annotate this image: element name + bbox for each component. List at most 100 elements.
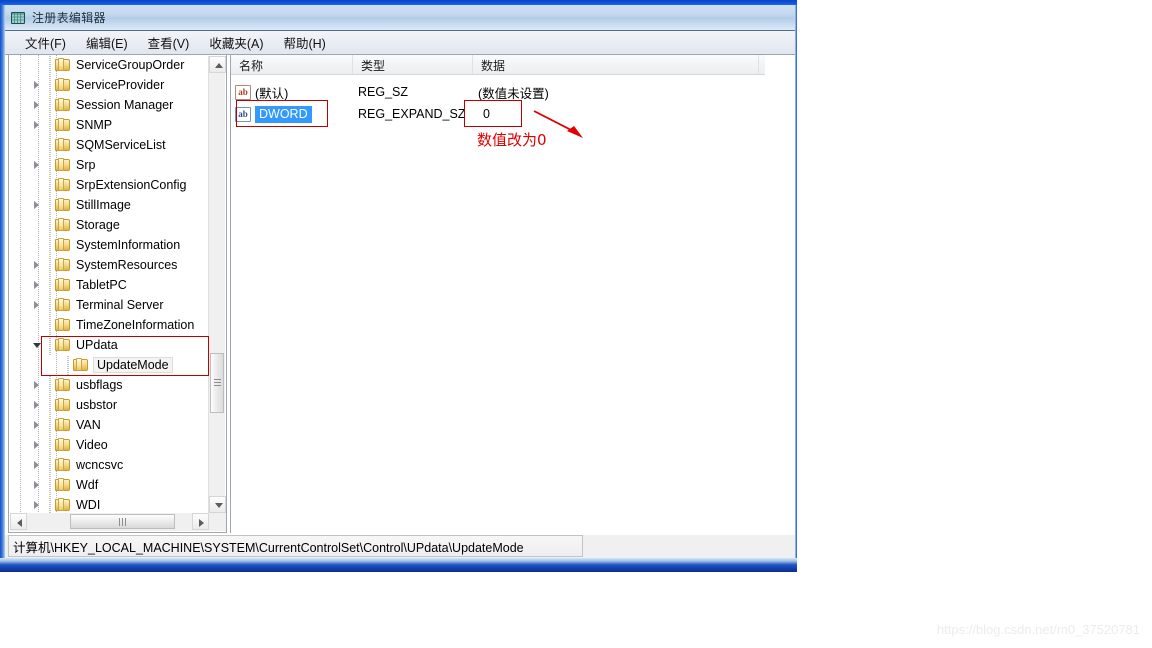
expand-arrow-right-icon[interactable] (31, 395, 45, 415)
tree-connector-icon (45, 135, 55, 155)
tree-no-twisty (31, 135, 45, 155)
expand-arrow-right-icon[interactable] (31, 415, 45, 435)
tree-item-van[interactable]: VAN (9, 415, 209, 435)
tree-item-systemresources[interactable]: SystemResources (9, 255, 209, 275)
tree-item-label: SrpExtensionConfig (76, 178, 187, 192)
tree-item-storage[interactable]: Storage (9, 215, 209, 235)
menu-file[interactable]: 文件(F) (15, 31, 76, 55)
tree-horizontal-scrollbar[interactable] (10, 513, 226, 531)
tree-item-usbflags[interactable]: usbflags (9, 375, 209, 395)
tree-connector-icon (63, 355, 73, 375)
column-header-name-label: 名称 (239, 59, 264, 73)
expand-arrow-right-icon[interactable] (31, 155, 45, 175)
folder-icon (55, 78, 71, 92)
column-header-data-label: 数据 (481, 59, 506, 73)
expand-arrow-right-icon[interactable] (31, 475, 45, 495)
tree-item-serviceprovider[interactable]: ServiceProvider (9, 75, 209, 95)
tree-no-twisty (31, 55, 45, 75)
tree-item-wdi[interactable]: WDI (9, 495, 209, 513)
values-column-header: 名称 类型 数据 (231, 55, 765, 75)
tree-item-session-manager[interactable]: Session Manager (9, 95, 209, 115)
expand-arrow-right-icon[interactable] (31, 495, 45, 513)
window-frame-bottom (0, 558, 797, 572)
tree-item-sqmservicelist[interactable]: SQMServiceList (9, 135, 209, 155)
folder-icon (55, 218, 71, 232)
tree-connector-icon (45, 255, 55, 275)
tree-vscroll-thumb[interactable] (210, 353, 224, 413)
folder-icon (55, 98, 71, 112)
tree-connector-icon (45, 435, 55, 455)
tree-viewport: ServiceGroupOrder ServiceProvider Session … (9, 55, 209, 513)
tree-item-snmp[interactable]: SNMP (9, 115, 209, 135)
expand-arrow-right-icon[interactable] (31, 115, 45, 135)
tree-item-terminal-server[interactable]: Terminal Server (9, 295, 209, 315)
expand-arrow-right-icon[interactable] (31, 195, 45, 215)
tree-item-wdf[interactable]: Wdf (9, 475, 209, 495)
tree-item-systeminformation[interactable]: SystemInformation (9, 235, 209, 255)
value-data-cell: 0 (483, 107, 490, 121)
registry-values-pane[interactable]: 名称 类型 数据 (默认) REG_SZ (数值未设 (230, 55, 795, 533)
tree-item-label: Terminal Server (76, 298, 164, 312)
scroll-left-arrow-icon[interactable] (10, 513, 27, 530)
tree-item-servicegrouporder[interactable]: ServiceGroupOrder (9, 55, 209, 75)
tree-connector-icon (45, 295, 55, 315)
value-type-cell: REG_EXPAND_SZ (358, 107, 466, 121)
value-name-cell: (默认) (231, 83, 353, 102)
scroll-up-arrow-icon[interactable] (209, 56, 226, 73)
tree-item-wcncsvc[interactable]: wcncsvc (9, 455, 209, 475)
expand-arrow-right-icon[interactable] (31, 295, 45, 315)
expand-arrow-right-icon[interactable] (31, 375, 45, 395)
expand-arrow-down-icon[interactable] (31, 335, 45, 355)
folder-icon (55, 318, 71, 332)
column-header-name: 名称 (231, 55, 353, 74)
folder-icon (55, 458, 71, 472)
tree-item-timezoneinformation[interactable]: TimeZoneInformation (9, 315, 209, 335)
tree-item-label: ServiceGroupOrder (76, 58, 185, 72)
menu-bar: 文件(F) 编辑(E) 查看(V) 收藏夹(A) 帮助(H) (5, 31, 795, 55)
table-row[interactable]: (默认) REG_SZ (数值未设置) (231, 81, 765, 103)
tree-connector-icon (45, 455, 55, 475)
tree-no-twisty (31, 235, 45, 255)
expand-arrow-right-icon[interactable] (31, 435, 45, 455)
tree-item-label: SystemResources (76, 258, 178, 272)
expand-arrow-right-icon[interactable] (31, 275, 45, 295)
expand-arrow-right-icon[interactable] (31, 95, 45, 115)
string-value-icon (235, 84, 251, 100)
tree-connector-icon (45, 375, 55, 395)
tree-item-updata[interactable]: UPdata (9, 335, 209, 355)
status-bar: 计算机\HKEY_LOCAL_MACHINE\SYSTEM\CurrentCon… (8, 535, 583, 557)
title-bar[interactable]: 注册表编辑器 (5, 5, 795, 31)
tree-item-stillimage[interactable]: StillImage (9, 195, 209, 215)
expand-arrow-right-icon[interactable] (31, 75, 45, 95)
menu-edit[interactable]: 编辑(E) (76, 31, 138, 55)
tree-connector-icon (45, 235, 55, 255)
folder-icon (55, 158, 71, 172)
expand-arrow-right-icon[interactable] (31, 255, 45, 275)
tree-item-usbstor[interactable]: usbstor (9, 395, 209, 415)
folder-icon (55, 178, 71, 192)
tree-hscroll-thumb[interactable] (70, 514, 175, 529)
expand-arrow-right-icon[interactable] (31, 455, 45, 475)
scroll-down-arrow-icon[interactable] (209, 496, 226, 513)
folder-icon (55, 478, 71, 492)
tree-item-label: ServiceProvider (76, 78, 165, 92)
menu-favorites[interactable]: 收藏夹(A) (199, 31, 273, 55)
status-bar-path: 计算机\HKEY_LOCAL_MACHINE\SYSTEM\CurrentCon… (13, 540, 524, 555)
menu-view[interactable]: 查看(V) (138, 31, 200, 55)
menu-help[interactable]: 帮助(H) (273, 31, 335, 55)
scrollbar-grip-icon (214, 379, 221, 386)
table-row[interactable]: DWORD REG_EXPAND_SZ 0 (231, 103, 765, 125)
scroll-right-arrow-icon[interactable] (192, 513, 209, 530)
column-header-type-label: 类型 (361, 59, 386, 73)
value-name-cell: DWORD (231, 105, 353, 123)
tree-item-srpextensionconfig[interactable]: SrpExtensionConfig (9, 175, 209, 195)
tree-item-label: SQMServiceList (76, 138, 166, 152)
tree-item-updatemode[interactable]: UpdateMode (9, 355, 209, 375)
tree-item-srp[interactable]: Srp (9, 155, 209, 175)
tree-vertical-scrollbar[interactable] (208, 56, 226, 513)
tree-item-label: Video (76, 438, 108, 452)
tree-item-video[interactable]: Video (9, 435, 209, 455)
folder-icon (73, 358, 89, 372)
tree-item-tabletpc[interactable]: TabletPC (9, 275, 209, 295)
registry-tree-pane[interactable]: ServiceGroupOrder ServiceProvider Session … (8, 55, 227, 533)
